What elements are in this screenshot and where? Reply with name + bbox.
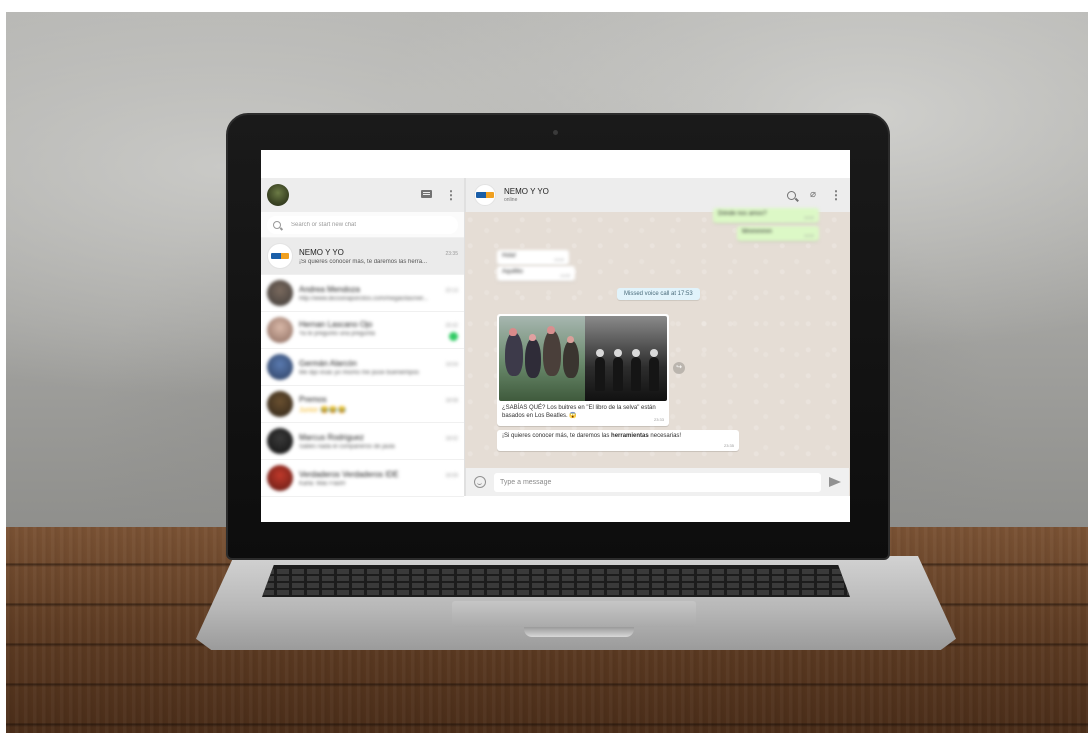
incoming-message: Aquillito 14:05 bbox=[497, 266, 575, 281]
chat-time: 16:59 bbox=[445, 472, 458, 479]
missed-call-notice: Missed voice call at 17:53 bbox=[617, 288, 700, 300]
send-icon[interactable] bbox=[829, 477, 841, 487]
more-vertical-icon[interactable]: ⋮ bbox=[830, 188, 842, 202]
laptop-keyboard bbox=[262, 565, 850, 597]
unread-badge bbox=[449, 331, 458, 341]
chat-time: 18:58 bbox=[445, 397, 458, 404]
forward-icon[interactable]: ↪ bbox=[673, 362, 685, 374]
chat-body: Premos 18:58 Junior 😂😂😂 bbox=[299, 395, 458, 414]
chat-name: Marcus Rodriguez bbox=[299, 432, 364, 442]
chat-name: Premos bbox=[299, 394, 327, 404]
conversation-header: NEMO Y YO online ⌀ ⋮ bbox=[465, 178, 850, 212]
beatles-photo-image bbox=[585, 316, 667, 401]
chat-preview: Ya te pregunto una pregunta bbox=[299, 331, 458, 341]
avatar bbox=[267, 280, 293, 306]
search-icon bbox=[273, 221, 281, 229]
nemo-logo-icon bbox=[271, 253, 289, 259]
search-bar bbox=[261, 212, 464, 238]
contact-avatar[interactable] bbox=[474, 184, 496, 206]
chat-name: Germán Alarcón bbox=[299, 358, 357, 368]
trackpad bbox=[452, 601, 696, 627]
chat-item-nemo-y-yo[interactable]: NEMO Y YO 23:35 ¡Si quieres conocer más,… bbox=[261, 238, 464, 275]
avatar bbox=[267, 465, 293, 491]
message-list: Dónde nos amos? 14:02 Mmmmmm 14:02 Hola!… bbox=[465, 208, 849, 468]
chat-time: 22:13 bbox=[445, 287, 458, 294]
sidebar-header: ⋮ bbox=[261, 178, 464, 212]
chat-item[interactable]: Andrea Mendoza 22:13 http://www.dicciona… bbox=[261, 275, 464, 312]
conversation-pane: NEMO Y YO online ⌀ ⋮ Dónde nos amos? 14:… bbox=[465, 178, 850, 496]
outgoing-message: Dónde nos amos? 14:02 bbox=[713, 208, 819, 223]
chat-list: NEMO Y YO 23:35 ¡Si quieres conocer más,… bbox=[261, 238, 464, 497]
chat-icon[interactable] bbox=[420, 188, 434, 202]
chat-item[interactable]: Verdaderos Verdaderos IDE 16:59 Karla: M… bbox=[261, 460, 464, 497]
chat-time: 19:04 bbox=[445, 361, 458, 368]
image-caption: ¿SABÍAS QUÉ? Los buitres en "El libro de… bbox=[502, 405, 664, 422]
incoming-message: ¡Si quieres conocer más, te daremos las … bbox=[497, 430, 739, 451]
message-time: 23:33 bbox=[653, 417, 664, 422]
webcam bbox=[553, 130, 558, 135]
chat-body: Marcus Rodriguez 18:02 Sabes nada el com… bbox=[299, 433, 458, 450]
paperclip-icon[interactable]: ⌀ bbox=[810, 190, 816, 200]
chat-name: NEMO Y YO bbox=[299, 247, 344, 257]
message-input[interactable] bbox=[494, 472, 821, 492]
contact-status: online bbox=[504, 197, 518, 203]
search-box[interactable] bbox=[267, 216, 458, 234]
chat-item[interactable]: Premos 18:58 Junior 😂😂😂 bbox=[261, 386, 464, 423]
chat-preview: Karla: Más Flash! bbox=[299, 480, 346, 487]
laptop-screen: ⋮ NEMO Y YO 23:35 bbox=[261, 150, 850, 522]
avatar bbox=[267, 428, 293, 454]
chat-preview: Junior 😂😂😂 bbox=[299, 406, 347, 414]
chat-body: NEMO Y YO 23:35 ¡Si quieres conocer más,… bbox=[299, 248, 458, 265]
search-input[interactable] bbox=[291, 222, 441, 228]
chat-preview: ¡Si quieres conocer más, te daremos las … bbox=[299, 258, 428, 265]
chat-body: Hernan Lascano Ojo 20:32 Ya te pregunto … bbox=[299, 320, 458, 341]
outgoing-message: Mmmmmm 14:02 bbox=[737, 226, 819, 241]
nemo-logo-icon bbox=[476, 192, 494, 198]
avatar bbox=[267, 391, 293, 417]
cartoon-vultures-image bbox=[499, 316, 585, 401]
incoming-message: Hola! 14:04 bbox=[497, 250, 569, 265]
avatar bbox=[267, 354, 293, 380]
more-vertical-icon[interactable]: ⋮ bbox=[444, 188, 458, 202]
chat-preview: http://www.diccionaporcitos.com/megacita… bbox=[299, 295, 429, 302]
message-composer bbox=[465, 468, 849, 496]
smiley-icon[interactable] bbox=[474, 476, 486, 488]
my-avatar[interactable] bbox=[267, 184, 289, 206]
avatar bbox=[267, 317, 293, 343]
sidebar: ⋮ NEMO Y YO 23:35 bbox=[261, 178, 465, 497]
chat-time: 20:32 bbox=[445, 322, 458, 329]
chat-item[interactable]: Germán Alarcón 19:04 Me dijo esas yo mis… bbox=[261, 349, 464, 386]
chat-name: Hernan Lascano Ojo bbox=[299, 319, 373, 329]
chat-preview: Sabes nada el compañeros de jaula bbox=[299, 443, 395, 450]
message-image[interactable] bbox=[499, 316, 667, 401]
chat-body: Germán Alarcón 19:04 Me dijo esas yo mis… bbox=[299, 359, 458, 376]
conversation-actions: ⌀ ⋮ bbox=[786, 188, 842, 202]
whatsapp-web: ⋮ NEMO Y YO 23:35 bbox=[261, 178, 850, 497]
message-time: 23:35 bbox=[723, 443, 734, 448]
contact-info[interactable]: NEMO Y YO online bbox=[504, 187, 549, 203]
chat-item[interactable]: Hernan Lascano Ojo 20:32 Ya te pregunto … bbox=[261, 312, 464, 349]
search-icon[interactable] bbox=[786, 190, 796, 200]
chat-time: 18:02 bbox=[445, 435, 458, 442]
chat-time: 23:35 bbox=[445, 250, 458, 257]
chat-body: Verdaderos Verdaderos IDE 16:59 Karla: M… bbox=[299, 470, 458, 487]
chat-item[interactable]: Marcus Rodriguez 18:02 Sabes nada el com… bbox=[261, 423, 464, 460]
chat-preview: Me dijo esas yo mismo me puse bueniempos bbox=[299, 369, 420, 376]
avatar bbox=[267, 243, 293, 269]
chat-name: Andrea Mendoza bbox=[299, 284, 360, 294]
chat-name: Verdaderos Verdaderos IDE bbox=[299, 469, 399, 479]
lid-notch bbox=[524, 627, 634, 637]
chat-body: Andrea Mendoza 22:13 http://www.dicciona… bbox=[299, 285, 458, 302]
sidebar-actions: ⋮ bbox=[420, 188, 458, 202]
contact-name: NEMO Y YO bbox=[504, 187, 549, 196]
image-message[interactable]: ¿SABÍAS QUÉ? Los buitres en "El libro de… bbox=[497, 314, 669, 426]
